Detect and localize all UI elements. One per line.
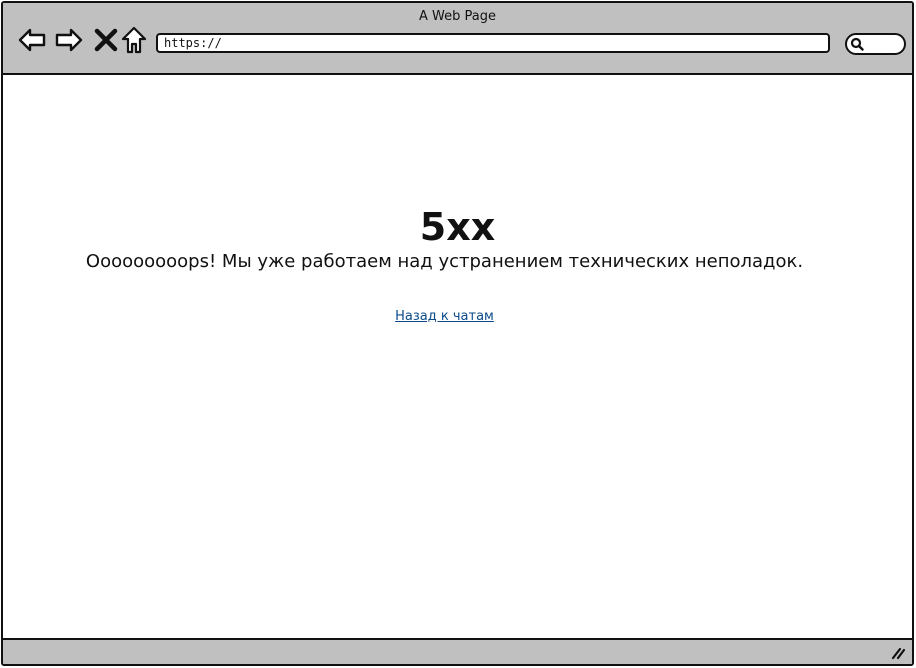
search-icon: [850, 37, 864, 51]
back-button[interactable]: [17, 25, 47, 55]
forward-button[interactable]: [54, 25, 84, 55]
address-bar[interactable]: [156, 33, 830, 53]
close-icon: [94, 28, 118, 52]
home-button[interactable]: [119, 25, 149, 55]
back-to-chats-link[interactable]: Назад к чатам: [395, 309, 494, 324]
forward-arrow-icon: [55, 28, 83, 52]
page-content: 5xx Ooooooooops! Мы уже работаем над уст…: [3, 75, 912, 641]
search-box[interactable]: [845, 33, 906, 55]
resize-grip-icon: [891, 647, 906, 660]
window-title: A Web Page: [419, 9, 496, 24]
browser-toolbar: A Web Page: [3, 3, 912, 75]
stop-button[interactable]: [91, 25, 121, 55]
resize-handle[interactable]: [890, 646, 906, 660]
error-code: 5xx: [419, 205, 496, 249]
error-message: Ooooooooops! Мы уже работаем над устране…: [85, 251, 804, 272]
back-arrow-icon: [18, 28, 46, 52]
home-icon: [121, 26, 147, 54]
browser-window: A Web Page https:// 5xx Ooooooooops! Мы …: [1, 1, 914, 666]
status-bar: [3, 638, 912, 664]
back-link-container: Назад к чатам: [3, 309, 886, 324]
